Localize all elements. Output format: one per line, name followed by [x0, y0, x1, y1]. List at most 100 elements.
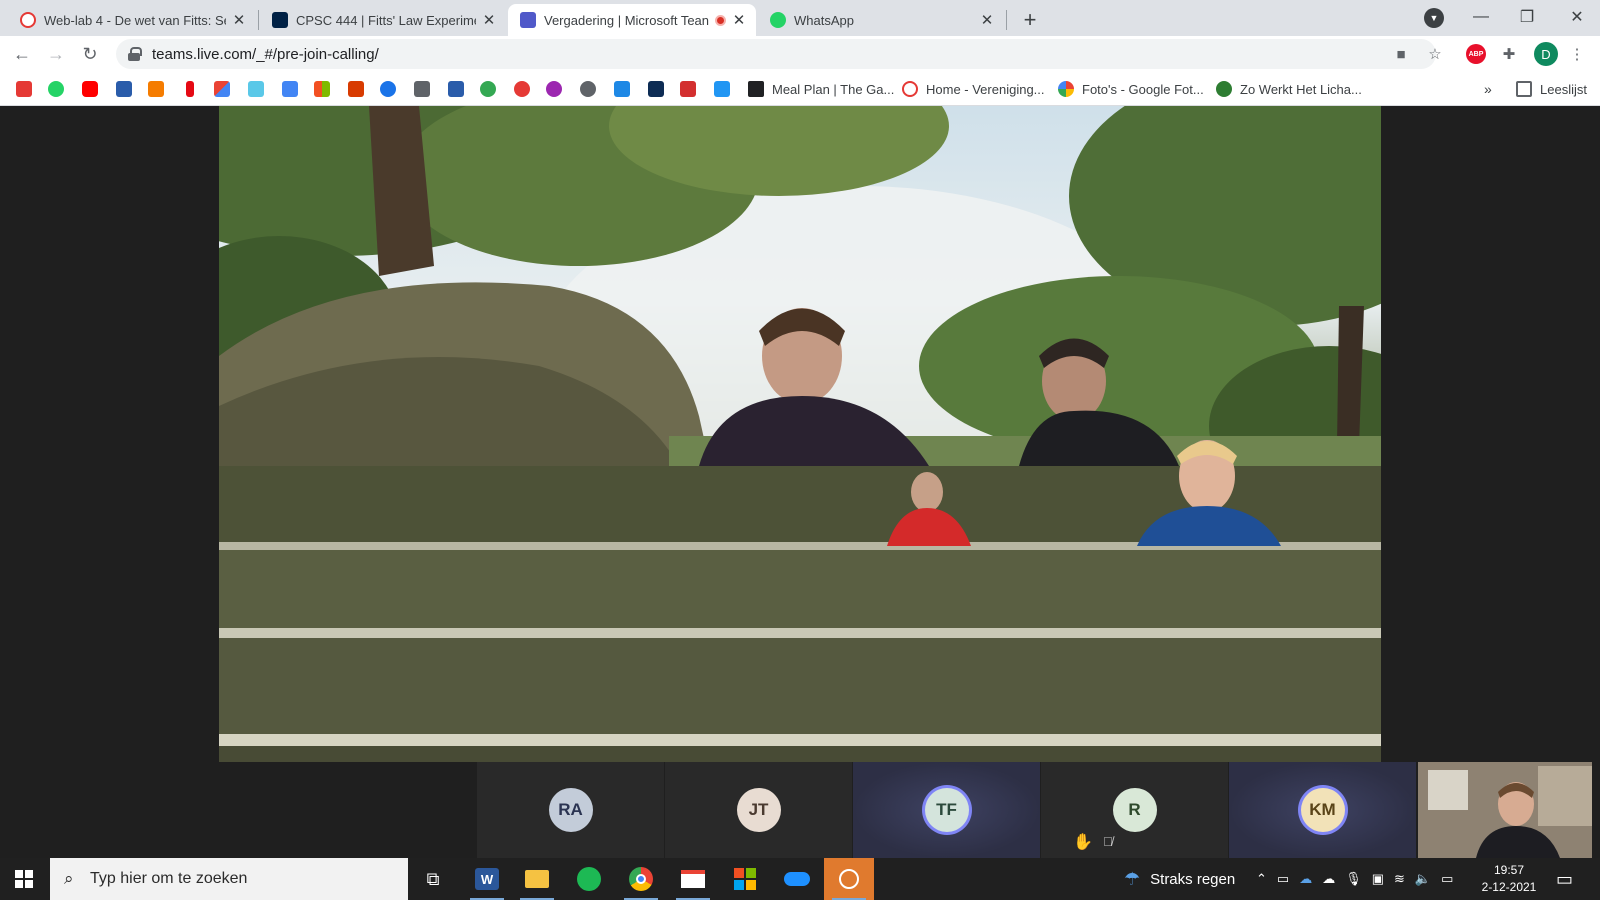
tab-whatsapp[interactable]: WhatsApp ✕ [758, 4, 1004, 36]
avatar: RA [548, 788, 593, 832]
bookmark-whatsapp-icon[interactable] [48, 81, 64, 97]
word-app-icon[interactable]: W [462, 858, 512, 900]
self-view-image [1418, 762, 1592, 858]
menu-icon[interactable]: ⋮ [1568, 45, 1586, 63]
clock-date: 2-12-2021 [1481, 880, 1537, 894]
reload-icon[interactable]: ↻ [76, 40, 104, 68]
tab-cpsc[interactable]: CPSC 444 | Fitts' Law Experiment ✕ [260, 4, 506, 36]
task-view-icon[interactable]: ⧉ [408, 858, 458, 900]
spotify-icon[interactable] [564, 858, 614, 900]
tab-teams-meeting[interactable]: Vergadering | Microsoft Tean ✕ [508, 4, 756, 36]
timer-app-icon[interactable] [824, 858, 874, 900]
bookmark-site-icon[interactable] [546, 81, 562, 97]
participant-initials: JT [748, 800, 769, 819]
bookmark-meal-plan[interactable]: Meal Plan | The Ga... [748, 80, 894, 98]
tab-search-icon[interactable]: ▼ [1424, 8, 1444, 28]
new-tab-button[interactable]: + [1016, 6, 1044, 34]
bookmark-label: Meal Plan | The Ga... [772, 81, 895, 97]
tab-title: CPSC 444 | Fitts' Law Experiment [296, 12, 476, 28]
bookmark-netflix-icon[interactable] [186, 81, 194, 97]
bookmark-microsoft-icon[interactable] [314, 81, 330, 97]
notification-icon[interactable]: ▭ [1556, 858, 1573, 900]
tab-web-lab[interactable]: Web-lab 4 - De wet van Fitts: Ser ✕ [8, 4, 256, 36]
bookmark-site-icon[interactable] [680, 81, 696, 97]
bookmark-site-icon[interactable] [448, 81, 464, 97]
participant-initials: KM [1309, 800, 1336, 819]
bookmark-label: Foto's - Google Fot... [1082, 81, 1204, 97]
bookmark-google-photos[interactable]: Foto's - Google Fot... [1058, 80, 1204, 98]
extensions-icon[interactable]: ✚ [1500, 45, 1518, 63]
participant-initials: RA [558, 800, 583, 819]
close-icon[interactable]: ✕ [230, 11, 248, 29]
reading-list-label: Leeslijst [1540, 81, 1587, 97]
adblock-plus-icon[interactable]: ABP [1466, 44, 1486, 64]
raised-hand-icon: ✋ [1073, 834, 1093, 851]
participant-tile-km[interactable]: KM [1229, 762, 1416, 858]
bookmark-label: Zo Werkt Het Licha... [1240, 81, 1362, 97]
participant-tile-tf[interactable]: TF [853, 762, 1040, 858]
bookmark-office-icon[interactable] [348, 81, 364, 97]
bookmark-site-icon[interactable] [648, 81, 664, 97]
participant-initials: TF [936, 800, 957, 819]
bookmark-calendar-icon[interactable] [282, 81, 298, 97]
profile-avatar[interactable]: D [1534, 42, 1558, 66]
microsoft-store-icon[interactable] [720, 858, 770, 900]
close-icon[interactable]: ✕ [480, 11, 498, 29]
bookmark-site-icon[interactable] [514, 81, 530, 97]
ubc-icon [272, 12, 288, 28]
wifi-icon[interactable]: ≋ [1394, 871, 1405, 887]
back-icon[interactable]: ← [8, 40, 36, 68]
participant-tile-jt[interactable]: JT [665, 762, 852, 858]
tab-strip: Web-lab 4 - De wet van Fitts: Ser ✕ CPSC… [0, 0, 1600, 36]
gmail-icon[interactable] [668, 858, 718, 900]
bookmarks-bar: Meal Plan | The Ga... Home - Vereniging.… [0, 72, 1600, 106]
restore-icon[interactable]: ❐ [1504, 0, 1550, 34]
forward-icon[interactable]: → [42, 40, 70, 68]
meet-now-icon[interactable]: ▭ [1277, 871, 1289, 887]
bookmark-site-icon[interactable] [148, 81, 164, 97]
asterisk-icon [20, 12, 36, 28]
cloud-icon[interactable]: ☁ [1322, 871, 1335, 887]
volume-icon[interactable]: 🔈 [1415, 871, 1431, 887]
bookmark-globe-icon[interactable] [580, 81, 596, 97]
reading-list-button[interactable]: Leeslijst [1516, 80, 1587, 98]
window-close-icon[interactable]: ✕ [1554, 0, 1600, 34]
taskbar-search-box[interactable]: ⌕ Typ hier om te zoeken [50, 858, 408, 900]
display-icon[interactable]: ▣ [1372, 871, 1384, 887]
close-icon[interactable]: ✕ [730, 11, 748, 29]
taskbar-clock[interactable]: 19:57 2-12-2021 [1474, 862, 1544, 896]
camera-icon[interactable]: ■ [1392, 45, 1410, 63]
bookmark-site-icon[interactable] [614, 81, 630, 97]
bookmark-star-icon[interactable]: ☆ [1426, 45, 1444, 63]
browser-toolbar: ← → ↻ teams.live.com/_#/pre-join-calling… [0, 36, 1600, 72]
participant-initials: R [1128, 800, 1141, 819]
chevron-up-icon[interactable]: ⌃ [1256, 871, 1267, 887]
participant-tile-r[interactable]: R ✋ 🎙̸ [1041, 762, 1228, 858]
onedrive-tray-icon[interactable]: ☁ [1299, 871, 1312, 887]
onedrive-icon[interactable] [772, 858, 822, 900]
clock-time: 19:57 [1493, 863, 1525, 877]
bookmark-youtube-icon[interactable] [82, 81, 98, 97]
minimize-icon[interactable]: — [1458, 0, 1504, 34]
bookmark-gmail-icon[interactable] [214, 81, 230, 97]
bookmarks-overflow-button[interactable]: » [1484, 80, 1492, 98]
windows-start-button[interactable] [0, 858, 48, 900]
bookmark-site-icon[interactable] [116, 81, 132, 97]
bookmark-site-icon[interactable] [480, 81, 496, 97]
bookmark-site-icon[interactable] [380, 81, 396, 97]
chrome-icon[interactable] [616, 858, 666, 900]
bookmark-site-icon[interactable] [248, 81, 264, 97]
bookmark-gc-icon[interactable] [414, 81, 430, 97]
microphone-icon[interactable]: 🎙 [1345, 871, 1362, 887]
bookmark-as-icon[interactable] [16, 81, 32, 97]
close-icon[interactable]: ✕ [978, 11, 996, 29]
self-view-video[interactable] [1418, 762, 1592, 858]
bookmark-vereniging[interactable]: Home - Vereniging... [902, 80, 1045, 98]
bookmark-zo-werkt[interactable]: Zo Werkt Het Licha... [1216, 80, 1362, 98]
participant-tile-ra[interactable]: RA [477, 762, 664, 858]
battery-icon[interactable]: ▭ [1441, 871, 1453, 887]
bookmark-site-icon[interactable] [714, 81, 730, 97]
address-bar[interactable]: teams.live.com/_#/pre-join-calling/ [116, 39, 1436, 69]
file-explorer-icon[interactable] [512, 858, 562, 900]
weather-widget[interactable]: ☂ Straks regen [1124, 858, 1235, 900]
